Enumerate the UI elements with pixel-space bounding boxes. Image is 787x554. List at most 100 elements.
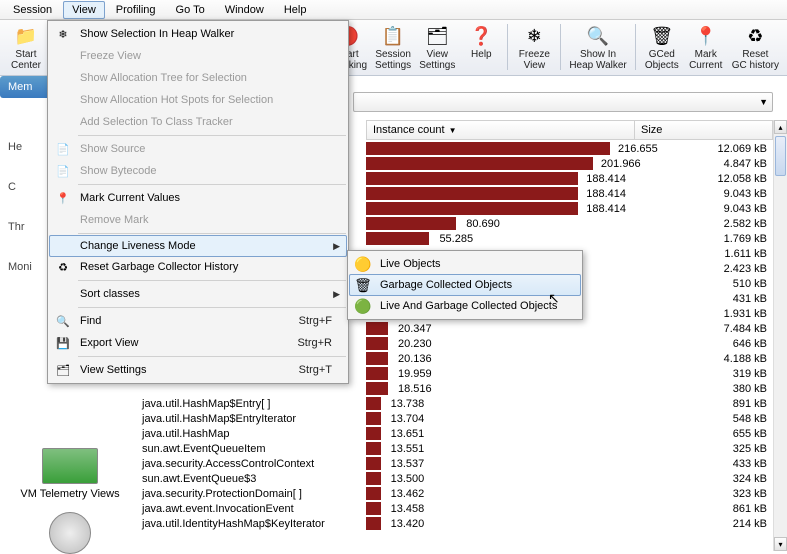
menu-help[interactable]: Help: [275, 1, 316, 19]
table-row[interactable]: java.security.ProtectionDomain[ ]13.4623…: [140, 486, 773, 501]
toolbar-label: MarkCurrent: [689, 49, 722, 71]
accelerator: Strg+F: [299, 315, 346, 327]
count-bar: [366, 187, 578, 200]
toolbar-label: ResetGC history: [732, 49, 779, 71]
toolbar-separator: [560, 24, 561, 70]
size-cell: 4.847 kB: [634, 158, 773, 170]
show in-icon: 🔍: [586, 24, 610, 48]
view-icon: 🗂: [425, 24, 449, 48]
accelerator: Strg+T: [299, 364, 346, 376]
menu-item-label: Mark Current Values: [76, 192, 346, 204]
count-label: 13.537: [387, 458, 425, 470]
table-header: Instance count▼ Size: [366, 120, 773, 140]
count-label: 80.690: [462, 218, 500, 230]
menu-item-change-liveness-mode[interactable]: Change Liveness Mode▶: [49, 235, 347, 257]
class-name-cell: java.awt.event.InvocationEvent: [140, 503, 366, 515]
menu-item-label: View Settings: [76, 364, 299, 376]
show-icon: ❄: [50, 28, 76, 41]
menu-item-view-settings[interactable]: 🗂View SettingsStrg+T: [50, 359, 346, 381]
submenu-arrow-icon: ▶: [333, 241, 340, 252]
vm-telemetry-views[interactable]: VM Telemetry Views: [0, 448, 140, 554]
table-row[interactable]: java.util.HashMap13.651655 kB: [140, 426, 773, 441]
table-row[interactable]: java.util.HashMap$EntryIterator13.704548…: [140, 411, 773, 426]
count-bar: [366, 142, 610, 155]
menu-item-label: Export View: [76, 337, 297, 349]
scroll-down-button[interactable]: ▾: [774, 537, 787, 551]
export-icon: 💾: [50, 337, 76, 350]
size-cell: 4.188 kB: [634, 353, 773, 365]
size-cell: 548 kB: [634, 413, 773, 425]
instance-count-cell: 13.651: [366, 427, 634, 441]
table-row[interactable]: sun.awt.EventQueue$313.500324 kB: [140, 471, 773, 486]
mark-icon: 📍: [50, 192, 76, 205]
telemetry-thumb: [42, 448, 98, 484]
submenu-item-garbage-collected-objects[interactable]: 🗑Garbage Collected Objects: [349, 274, 581, 296]
size-cell: 2.582 kB: [634, 218, 773, 230]
count-label: 13.500: [387, 473, 425, 485]
count-label: 13.651: [387, 428, 425, 440]
count-label: 55.285: [435, 233, 473, 245]
menu-item-label: Show Allocation Tree for Selection: [76, 72, 346, 84]
toolbar-reset-gc-history[interactable]: ♻ResetGC history: [728, 22, 783, 73]
liveness-submenu: 🟡Live Objects🗑Garbage Collected Objects🟢…: [347, 250, 583, 320]
count-label: 201.966: [597, 158, 641, 170]
size-cell: 2.423 kB: [634, 263, 773, 275]
table-row[interactable]: java.util.HashMap$Entry[ ]13.738891 kB: [140, 396, 773, 411]
size-cell: 1.931 kB: [634, 308, 773, 320]
count-label: 188.414: [582, 188, 626, 200]
submenu-item-label: Live And Garbage Collected Objects: [376, 300, 580, 312]
toolbar-freeze-view[interactable]: ❄FreezeView: [512, 22, 556, 73]
filter-combo[interactable]: ▼: [353, 92, 773, 112]
size-cell: 433 kB: [634, 458, 773, 470]
count-label: 13.458: [387, 503, 425, 515]
menubar: SessionViewProfilingGo ToWindowHelp: [0, 0, 787, 20]
toolbar-show-in-heap-walker[interactable]: 🔍Show InHeap Walker: [565, 22, 630, 73]
menu-item-add-selection-to-class-tracker: Add Selection To Class Tracker: [50, 111, 346, 133]
count-label: 13.738: [387, 398, 425, 410]
toolbar-label: ViewSettings: [419, 49, 455, 71]
menu-item-show-selection-in-heap-walker[interactable]: ❄Show Selection In Heap Walker: [50, 23, 346, 45]
submenu-item-live-and-garbage-collected-objects[interactable]: 🟢Live And Garbage Collected Objects: [350, 295, 580, 317]
toolbar-label: SessionSettings: [375, 49, 411, 71]
count-bar: [366, 502, 381, 515]
count-bar: [366, 157, 593, 170]
scroll-thumb[interactable]: [775, 136, 786, 176]
instance-count-cell: 18.516: [366, 382, 634, 396]
menu-item-sort-classes[interactable]: Sort classes▶: [50, 283, 346, 305]
col-instance-label: Instance count: [373, 124, 445, 136]
table-row[interactable]: sun.awt.EventQueueItem13.551325 kB: [140, 441, 773, 456]
toolbar-start-center[interactable]: 📁StartCenter: [4, 22, 48, 73]
table-row[interactable]: java.util.IdentityHashMap$KeyIterator13.…: [140, 516, 773, 531]
vertical-scrollbar[interactable]: ▴ ▾: [773, 120, 787, 551]
col-instance-count[interactable]: Instance count▼: [367, 121, 635, 139]
menu-item-label: Remove Mark: [76, 214, 346, 226]
menu-item-freeze-view: Freeze View: [50, 45, 346, 67]
menu-item-mark-current-values[interactable]: 📍Mark Current Values: [50, 187, 346, 209]
menu-view[interactable]: View: [63, 1, 105, 19]
menu-session[interactable]: Session: [4, 1, 61, 19]
menu-profiling[interactable]: Profiling: [107, 1, 165, 19]
table-row[interactable]: java.awt.event.InvocationEvent13.458861 …: [140, 501, 773, 516]
menu-item-remove-mark: Remove Mark: [50, 209, 346, 231]
liveness-icon: 🗑: [350, 277, 376, 294]
size-cell: 9.043 kB: [634, 203, 773, 215]
count-bar: [366, 367, 388, 380]
col-size[interactable]: Size: [635, 121, 772, 139]
menu-go-to[interactable]: Go To: [167, 1, 214, 19]
table-row[interactable]: java.security.AccessControlContext13.537…: [140, 456, 773, 471]
menu-item-label: Show Selection In Heap Walker: [76, 28, 346, 40]
menu-window[interactable]: Window: [216, 1, 273, 19]
menu-item-show-allocation-hot-spots-for-selection: Show Allocation Hot Spots for Selection: [50, 89, 346, 111]
submenu-item-live-objects[interactable]: 🟡Live Objects: [350, 253, 580, 275]
toolbar-help[interactable]: ❓Help: [459, 22, 503, 73]
instance-count-cell: 20.347: [366, 322, 634, 336]
scroll-up-button[interactable]: ▴: [774, 120, 787, 134]
menu-item-export-view[interactable]: 💾Export ViewStrg+R: [50, 332, 346, 354]
size-cell: 319 kB: [634, 368, 773, 380]
menu-item-reset-garbage-collector-history[interactable]: ♻Reset Garbage Collector History: [50, 256, 346, 278]
toolbar-view-settings[interactable]: 🗂ViewSettings: [415, 22, 459, 73]
menu-item-find[interactable]: 🔍FindStrg+F: [50, 310, 346, 332]
toolbar-session-settings[interactable]: 📋SessionSettings: [371, 22, 415, 73]
toolbar-gced-objects[interactable]: 🗑GCedObjects: [640, 22, 684, 73]
toolbar-mark-current[interactable]: 📍MarkCurrent: [684, 22, 728, 73]
